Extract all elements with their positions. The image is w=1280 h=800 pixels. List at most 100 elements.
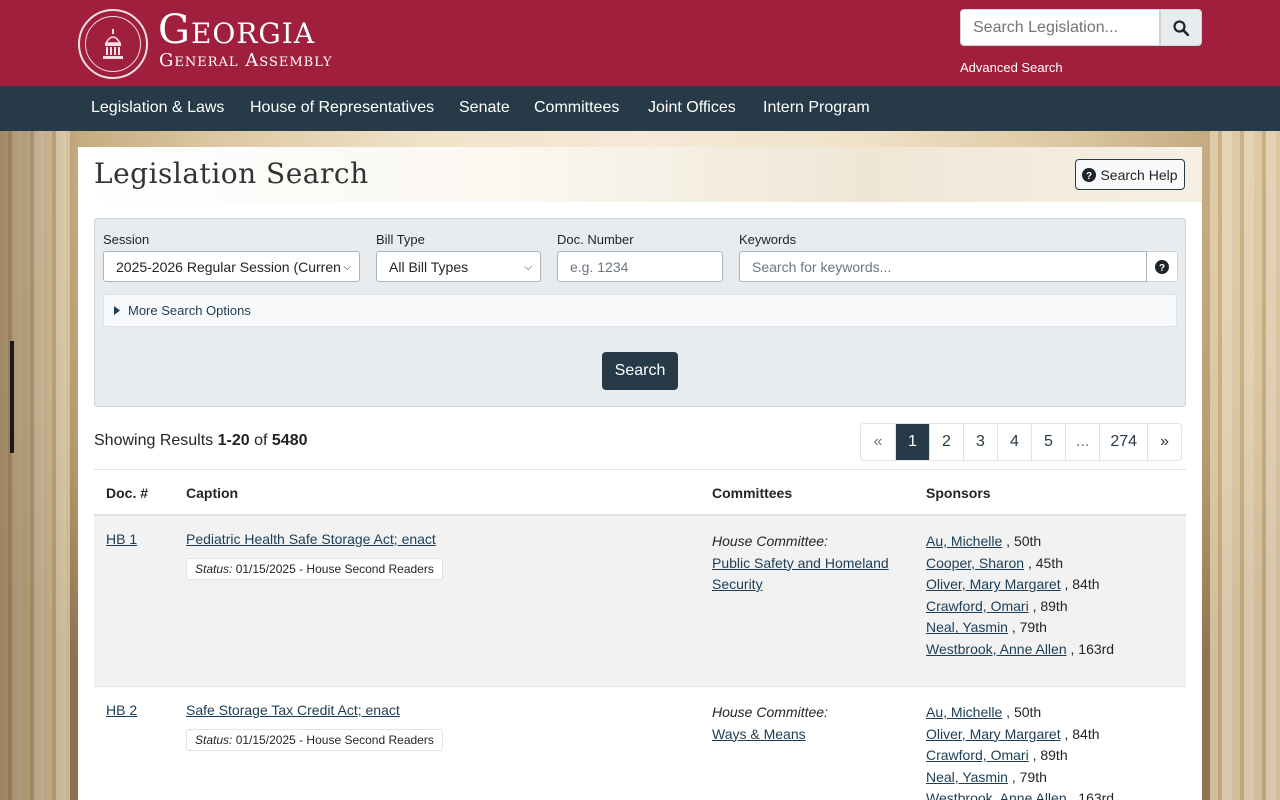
nav-item-joint-offices[interactable]: Joint Offices [648, 99, 736, 117]
column-header-doc: Doc. # [106, 485, 149, 501]
doc-number-link[interactable]: HB 2 [106, 702, 137, 718]
table-row: HB 1 Pediatric Health Safe Storage Act; … [94, 516, 1186, 687]
more-search-options-toggle[interactable]: More Search Options [103, 294, 1177, 327]
sponsor-link[interactable]: Neal, Yasmin [926, 619, 1008, 635]
column-header-caption: Caption [186, 485, 239, 501]
session-label: Session [103, 232, 150, 247]
bill-type-label: Bill Type [376, 232, 425, 247]
sponsor-item: Au, Michelle , 50th [926, 704, 1042, 720]
status-badge: Status: 01/15/2025 - House Second Reader… [186, 558, 443, 580]
sponsor-item: Westbrook, Anne Allen , 163rd [926, 640, 1115, 657]
bill-type-select[interactable]: All Bill Types ⌵ [376, 251, 541, 282]
pagination-page-3[interactable]: 3 [963, 424, 997, 460]
sponsor-district: 45th [1035, 554, 1063, 571]
status-label: Status: [195, 562, 233, 576]
main-nav: Legislation & Laws House of Representati… [0, 86, 1280, 131]
sponsor-link[interactable]: Cooper, Sharon [926, 555, 1024, 571]
keywords-help-button[interactable]: ? [1147, 251, 1178, 282]
advanced-search-link[interactable]: Advanced Search [960, 60, 1063, 75]
site-header: Georgia General Assembly Advanced Search [0, 0, 1280, 86]
nav-item-intern-program[interactable]: Intern Program [763, 99, 870, 117]
nav-item-house[interactable]: House of Representatives [250, 99, 434, 117]
committees-cell: House Committee: Ways & Means [712, 702, 902, 745]
results-range: 1-20 [217, 432, 250, 449]
pagination-page-4[interactable]: 4 [997, 424, 1031, 460]
sponsor-link[interactable]: Au, Michelle [926, 533, 1002, 549]
sponsor-link[interactable]: Westbrook, Anne Allen [926, 641, 1067, 657]
sponsor-link[interactable]: Crawford, Omari [926, 598, 1029, 614]
table-header: Doc. # Caption Committees Sponsors [94, 469, 1186, 516]
nav-item-legislation-laws[interactable]: Legislation & Laws [91, 99, 224, 117]
shade-left [0, 131, 80, 800]
sponsor-district: 163rd [1078, 640, 1115, 657]
keywords-input[interactable]: Search for keywords... [739, 251, 1147, 282]
sponsor-district: 89th [1040, 747, 1068, 764]
pagination-next[interactable]: » [1147, 424, 1181, 460]
sponsor-item: Neal, Yasmin , 79th [926, 619, 1047, 636]
sponsors-cell: Au, Michelle , 50th Cooper, Sharon , 45t… [926, 531, 1114, 661]
results-total: 5480 [271, 432, 308, 449]
status-text: 01/15/2025 - House Second Readers [235, 562, 434, 576]
caption-link[interactable]: Safe Storage Tax Credit Act; enact [186, 702, 400, 718]
question-circle-icon: ? [1155, 259, 1169, 274]
brand-title[interactable]: Georgia [158, 8, 315, 52]
session-select-value: 2025-2026 Regular Session (Curren [116, 258, 341, 275]
sponsor-item: Au, Michelle , 50th [926, 533, 1042, 549]
pagination-page-5[interactable]: 5 [1031, 424, 1065, 460]
committee-link[interactable]: Ways & Means [712, 726, 806, 742]
sponsor-district: 84th [1072, 725, 1100, 742]
status-text: 01/15/2025 - House Second Readers [235, 733, 434, 747]
search-submit-button[interactable]: Search [602, 352, 678, 390]
sponsor-district: 163rd [1078, 790, 1115, 800]
committee-link[interactable]: Public Safety and Homeland Security [712, 555, 889, 593]
results-prefix: Showing Results [94, 432, 214, 449]
pagination-page-last[interactable]: 274 [1099, 424, 1147, 460]
svg-text:?: ? [1086, 171, 1092, 182]
pagination: « 1 2 3 4 5 ... 274 » [860, 423, 1183, 461]
sponsor-link[interactable]: Oliver, Mary Margaret [926, 726, 1061, 742]
caption-link[interactable]: Pediatric Health Safe Storage Act; enact [186, 531, 436, 547]
sponsor-district: 50th [1013, 533, 1042, 549]
pagination-prev[interactable]: « [861, 424, 895, 460]
doc-number-link[interactable]: HB 1 [106, 531, 137, 547]
pagination-page-1[interactable]: 1 [895, 424, 929, 460]
doc-number-input[interactable]: e.g. 1234 [557, 251, 723, 282]
state-seal-logo[interactable] [78, 9, 148, 79]
search-help-button[interactable]: ? Search Help [1075, 159, 1185, 190]
caret-right-icon [114, 306, 120, 315]
sponsor-district: 79th [1019, 619, 1047, 636]
sponsor-item: Crawford, Omari , 89th [926, 747, 1068, 764]
main-panel: Legislation Search ? Search Help Session… [78, 147, 1202, 800]
question-circle-icon: ? [1082, 167, 1097, 182]
column-right [1210, 131, 1280, 800]
sponsor-link[interactable]: Crawford, Omari [926, 747, 1029, 763]
results-summary: Showing Results 1-20 of 5480 [94, 432, 308, 450]
search-help-label: Search Help [1100, 166, 1178, 183]
sponsor-item: Neal, Yasmin , 79th [926, 768, 1047, 785]
session-select[interactable]: 2025-2026 Regular Session (Curren ⌵ [103, 251, 360, 282]
pagination-ellipsis: ... [1065, 424, 1099, 460]
sponsors-cell: Au, Michelle , 50th Oliver, Mary Margare… [926, 702, 1114, 800]
bill-type-select-value: All Bill Types [389, 258, 469, 275]
panel-header: Legislation Search ? Search Help [78, 147, 1202, 202]
nav-item-senate[interactable]: Senate [459, 99, 510, 117]
header-search-input[interactable] [960, 9, 1160, 46]
keywords-label: Keywords [739, 232, 797, 247]
pagination-page-2[interactable]: 2 [929, 424, 963, 460]
doc-number-placeholder: e.g. 1234 [570, 258, 629, 275]
page-title: Legislation Search [94, 157, 369, 190]
sponsor-link[interactable]: Au, Michelle [926, 704, 1002, 720]
brand-subtitle[interactable]: General Assembly [159, 50, 333, 71]
column-header-committees: Committees [712, 485, 793, 501]
search-icon [1173, 19, 1189, 36]
sponsor-link[interactable]: Neal, Yasmin [926, 769, 1008, 785]
sponsor-district: 79th [1019, 768, 1047, 785]
header-search-button[interactable] [1160, 9, 1202, 46]
sponsor-link[interactable]: Westbrook, Anne Allen [926, 790, 1067, 800]
committee-heading: House Committee: [712, 704, 828, 720]
sponsor-item: Westbrook, Anne Allen , 163rd [926, 788, 1114, 800]
nav-item-committees[interactable]: Committees [534, 99, 619, 117]
svg-text:?: ? [1159, 263, 1165, 274]
sponsor-link[interactable]: Oliver, Mary Margaret [926, 576, 1061, 592]
keywords-placeholder: Search for keywords... [752, 258, 892, 275]
